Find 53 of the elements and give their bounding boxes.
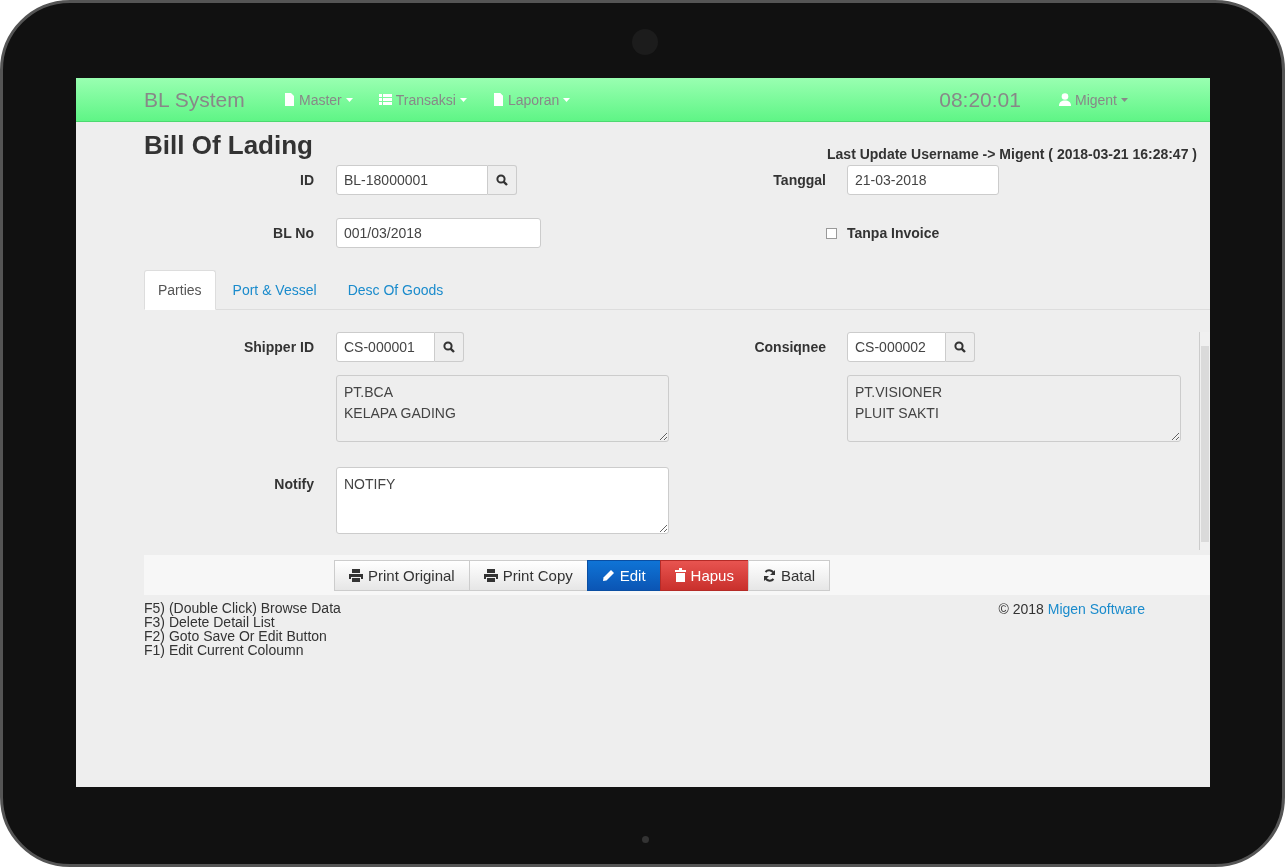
- address-field[interactable]: PT.VISIONER PLUIT SAKTI: [847, 375, 1181, 442]
- caret-icon: [459, 97, 467, 102]
- notify-field[interactable]: NOTIFY: [336, 467, 669, 534]
- tab[interactable]: Parties: [144, 270, 216, 310]
- field-label: Tanggal: [772, 172, 827, 188]
- shortcut-hint: F5) (Double Click) Browse Data: [144, 601, 341, 615]
- sensor-icon: [642, 836, 649, 843]
- printer-icon: [349, 568, 363, 582]
- action-button[interactable]: Print Copy: [468, 559, 588, 591]
- tab[interactable]: Port & Vessel: [218, 270, 331, 310]
- tab[interactable]: Desc Of Goods: [333, 270, 458, 310]
- search-icon: [443, 341, 455, 353]
- action-button[interactable]: Print Original: [334, 559, 470, 591]
- field-label: ID: [299, 172, 315, 188]
- field-label: BL No: [272, 225, 315, 241]
- lookup-field[interactable]: BL-18000001: [336, 165, 488, 195]
- action-button[interactable]: Hapus: [659, 559, 749, 591]
- refresh-icon: [762, 568, 776, 582]
- file-icon: [492, 93, 504, 106]
- search-icon: [496, 174, 508, 186]
- date-field[interactable]: 21-03-2018: [847, 165, 999, 195]
- lookup-field[interactable]: CS-000001: [336, 332, 435, 362]
- caret-icon: [345, 97, 353, 102]
- printer-icon: [483, 568, 498, 582]
- address-field[interactable]: PT.BCA KELAPA GADING: [336, 375, 669, 442]
- search-button[interactable]: [435, 332, 464, 362]
- last-update-text: Last Update Username -> Migent ( 2018-03-21 16:28:47 ): [827, 146, 1197, 162]
- action-button[interactable]: Batal: [747, 559, 831, 591]
- lookup-field[interactable]: CS-000002: [847, 332, 946, 362]
- text-field[interactable]: 001/03/2018: [336, 218, 541, 248]
- page-title: Bill Of Lading: [144, 129, 313, 162]
- search-button[interactable]: [946, 332, 975, 362]
- checkbox[interactable]: [826, 227, 837, 239]
- search-button[interactable]: [488, 165, 517, 195]
- checkbox-label[interactable]: Tanpa Invoice: [847, 225, 940, 241]
- search-icon: [954, 341, 966, 353]
- caret-icon: [1121, 97, 1128, 102]
- action-button[interactable]: Edit: [586, 559, 661, 591]
- user-icon: [1058, 93, 1071, 106]
- list-icon: [378, 94, 392, 105]
- field-label: Shipper ID: [243, 339, 315, 355]
- field-label: Notify: [273, 475, 315, 492]
- shortcut-hint: F2) Goto Save Or Edit Button: [144, 629, 328, 643]
- caret-icon: [563, 97, 571, 102]
- trash-icon: [674, 568, 686, 582]
- pencil-icon: [601, 568, 615, 582]
- field-label: Consiqnee: [753, 339, 827, 355]
- company-link[interactable]: Migen Software: [1047, 601, 1145, 617]
- document-icon: [284, 93, 295, 106]
- shortcut-hint: F3) Delete Detail List: [144, 615, 275, 629]
- clock-text: 08:20:01: [939, 87, 1021, 112]
- copyright-text: © 2018 Migen Software: [998, 601, 1145, 619]
- shortcut-hint: F1) Edit Current Coloumn: [144, 643, 305, 657]
